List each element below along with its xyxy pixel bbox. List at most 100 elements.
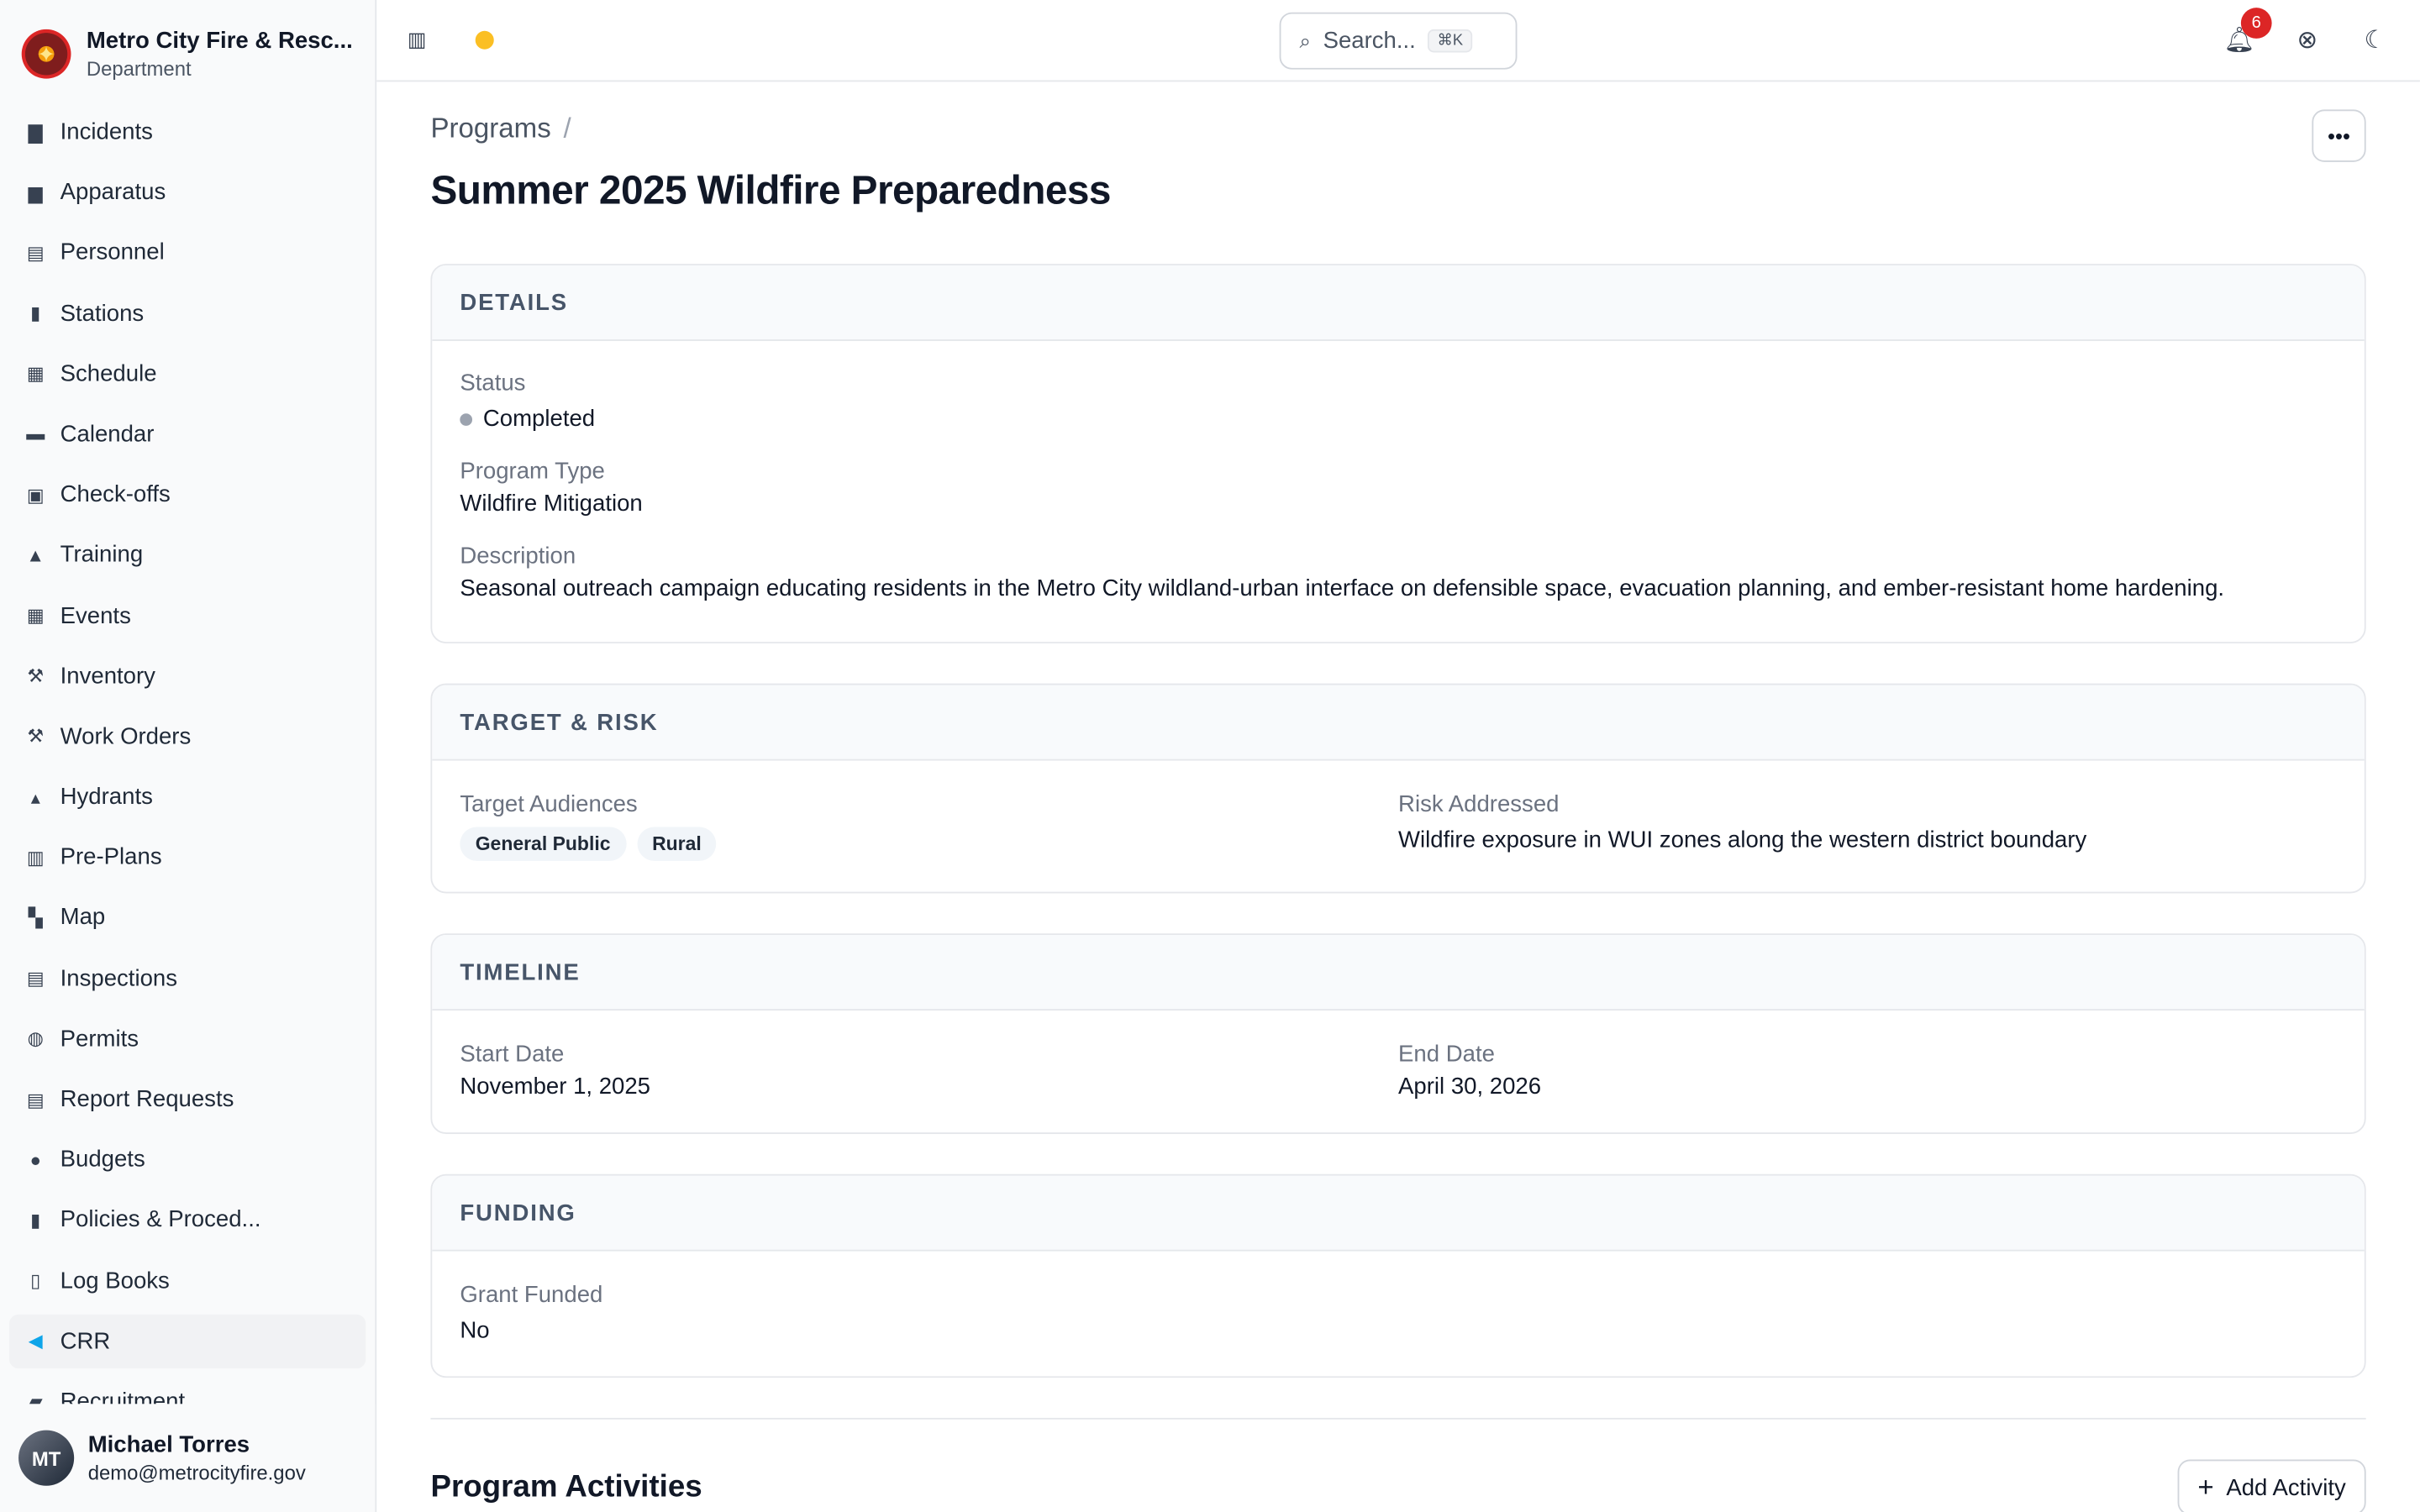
add-activity-button[interactable]: + Add Activity	[2177, 1459, 2366, 1512]
sidebar-item-personnel[interactable]: ▤ Personnel	[9, 226, 366, 280]
user-text: Michael Torres demo@metrocityfire.gov	[88, 1431, 306, 1483]
sidebar-item-schedule[interactable]: ▦ Schedule	[9, 347, 366, 401]
help-button[interactable]: ⊗	[2291, 24, 2324, 57]
sidebar-item-permits[interactable]: ◍ Permits	[9, 1012, 366, 1066]
sidebar-item-events[interactable]: ▦ Events	[9, 589, 366, 643]
sidebar-item-label: Personnel	[60, 239, 165, 266]
notifications-button[interactable]: 🔔︎ 6	[2223, 8, 2272, 57]
sidebar-item-incidents[interactable]: ▇ Incidents	[9, 105, 366, 159]
sidebar-item-label: Stations	[60, 300, 145, 327]
sidebar-item-pre-plans[interactable]: ▥ Pre-Plans	[9, 831, 366, 885]
lifebuoy-icon: ⊗	[2296, 28, 2318, 55]
sidebar-item-recruitment[interactable]: ▰ Recruitment	[9, 1374, 366, 1404]
timeline-body: Start Date November 1, 2025 End Date Apr…	[432, 1011, 2365, 1100]
sidebar-toggle-icon[interactable]: ▥	[408, 28, 432, 51]
target-risk-body: Target Audiences General Public Rural Ri…	[432, 760, 2365, 861]
sidebar-item-label: Inspections	[60, 965, 178, 992]
target-risk-heading: TARGET & RISK	[432, 685, 2365, 761]
sidebar-item-label: Work Orders	[60, 723, 192, 750]
breadcrumb: Programs /	[430, 113, 2365, 145]
end-date-col: End Date April 30, 2026	[1398, 1042, 2337, 1100]
funding-heading: FUNDING	[432, 1175, 2365, 1252]
sidebar-item-crr[interactable]: ◀ CRR	[9, 1314, 366, 1368]
sidebar-item-label: Hydrants	[60, 784, 153, 811]
ellipsis-icon: •••	[2328, 123, 2351, 149]
risk-addressed-value: Wildfire exposure in WUI zones along the…	[1398, 827, 2087, 853]
map-icon: ▚	[28, 906, 43, 929]
user-menu[interactable]: MT Michael Torres demo@metrocityfire.gov	[0, 1404, 376, 1512]
section-divider	[430, 1417, 2366, 1420]
apparatus-icon: ▆	[28, 181, 43, 203]
inspections-icon: ▤	[26, 967, 45, 990]
sidebar-item-apparatus[interactable]: ▆ Apparatus	[9, 165, 366, 219]
end-date-value: April 30, 2026	[1398, 1074, 1542, 1100]
sidebar-item-checkoffs[interactable]: ▣ Check-offs	[9, 468, 366, 522]
log-books-icon: ▯	[30, 1269, 41, 1292]
audience-chip: Rural	[636, 827, 718, 861]
sidebar-item-hydrants[interactable]: ▴ Hydrants	[9, 770, 366, 824]
policies-icon: ▮	[30, 1209, 41, 1231]
stations-icon: ▮	[30, 302, 41, 324]
search-shortcut: ⌘K	[1428, 29, 1473, 53]
sidebar-item-label: Incidents	[60, 118, 153, 145]
org-switcher[interactable]: ✦ Metro City Fire & Resc... Department	[0, 0, 375, 108]
status-badge: Completed	[460, 406, 2336, 432]
sidebar-item-map[interactable]: ▚ Map	[9, 891, 366, 945]
calendar-icon: ▬	[26, 423, 45, 445]
org-text: Metro City Fire & Resc... Department	[87, 28, 353, 80]
avatar: MT	[18, 1430, 75, 1486]
sidebar-item-policies[interactable]: ▮ Policies & Proced...	[9, 1193, 366, 1247]
sidebar-item-label: Budgets	[60, 1147, 145, 1173]
risk-addressed-label: Risk Addressed	[1398, 791, 1560, 818]
user-name: Michael Torres	[87, 1431, 250, 1458]
plus-icon: +	[2197, 1471, 2214, 1503]
risk-addressed-col: Risk Addressed Wildfire exposure in WUI …	[1398, 791, 2337, 861]
status-dot-icon	[460, 412, 473, 426]
sidebar-item-label: Apparatus	[60, 179, 166, 206]
audience-chip: General Public	[460, 827, 626, 861]
start-date-col: Start Date November 1, 2025	[460, 1042, 1398, 1100]
end-date-label: End Date	[1398, 1041, 1495, 1068]
breadcrumb-separator: /	[563, 113, 571, 144]
page-content: Programs / ••• Summer 2025 Wildfire Prep…	[430, 81, 2366, 1512]
budgets-icon: ●	[29, 1148, 41, 1171]
theme-toggle-button[interactable]: ☾	[2358, 24, 2391, 57]
sidebar-item-inventory[interactable]: ⚒ Inventory	[9, 649, 366, 703]
program-type-label: Program Type	[460, 458, 605, 485]
notification-badge: 6	[2240, 8, 2272, 39]
sidebar-item-stations[interactable]: ▮ Stations	[9, 286, 366, 340]
details-card: DETAILS Status Completed Program Type Wi…	[430, 264, 2366, 643]
sidebar-item-log-books[interactable]: ▯ Log Books	[9, 1253, 366, 1307]
hydrants-icon: ▴	[30, 785, 40, 808]
sidebar-item-label: Log Books	[60, 1267, 170, 1294]
status-value: Completed	[482, 406, 596, 433]
fire-department-logo-icon: ✦	[21, 29, 71, 79]
timeline-card: TIMELINE Start Date November 1, 2025 End…	[430, 933, 2366, 1134]
sidebar-item-inspections[interactable]: ▤ Inspections	[9, 952, 366, 1005]
breadcrumb-programs-link[interactable]: Programs	[430, 113, 550, 145]
status-dot-icon[interactable]	[475, 30, 494, 50]
sidebar-item-calendar[interactable]: ▬ Calendar	[9, 407, 366, 461]
sidebar-item-label: Map	[60, 905, 106, 932]
sidebar-nav: ▇ Incidents ▆ Apparatus ▤ Personnel ▮ Statio…	[0, 105, 375, 1404]
sidebar-item-label: Pre-Plans	[60, 844, 162, 871]
sidebar-item-work-orders[interactable]: ⚒ Work Orders	[9, 710, 366, 764]
sidebar-item-label: Inventory	[60, 663, 155, 690]
description-value: Seasonal outreach campaign educating res…	[460, 575, 2225, 602]
page-title: Summer 2025 Wildfire Preparedness	[430, 166, 1111, 213]
search-button[interactable]: ⌕ Search... ⌘K	[1279, 12, 1518, 70]
sidebar-item-label: Permits	[60, 1026, 139, 1053]
description-label: Description	[460, 543, 576, 570]
sidebar-item-budgets[interactable]: ● Budgets	[9, 1132, 366, 1186]
sidebar-item-label: Calendar	[60, 421, 155, 448]
sidebar-item-training[interactable]: ▲ Training	[9, 528, 366, 582]
report-requests-icon: ▤	[26, 1088, 45, 1110]
sidebar-item-label: Schedule	[60, 360, 157, 387]
app-root: ✦ Metro City Fire & Resc... Department ▇…	[0, 0, 2420, 1512]
sidebar-item-label: Events	[60, 602, 131, 629]
more-actions-button[interactable]: •••	[2312, 109, 2366, 162]
sidebar-item-label: Check-offs	[60, 481, 171, 508]
details-body: Status Completed Program Type Wildfire M…	[432, 341, 2365, 601]
sidebar-item-report-requests[interactable]: ▤ Report Requests	[9, 1073, 366, 1126]
start-date-value: November 1, 2025	[460, 1074, 650, 1100]
